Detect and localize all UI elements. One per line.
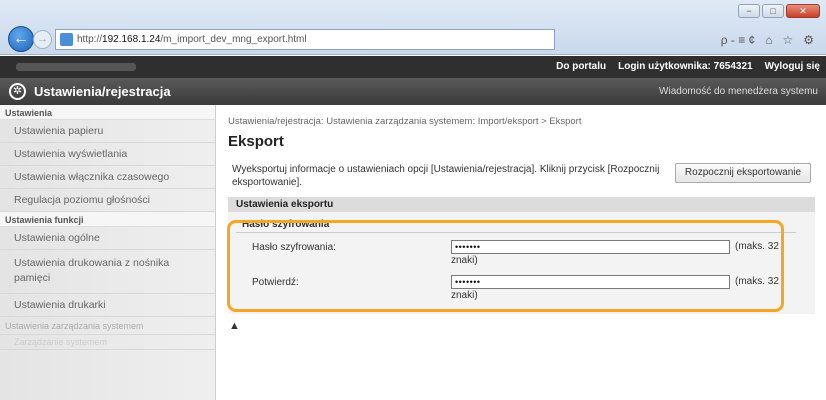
sidebar-item-printer[interactable]: Ustawienia drukarki [0, 294, 215, 317]
back-to-top-icon[interactable]: ▲ [229, 320, 240, 332]
home-icon[interactable]: ⌂ [765, 33, 772, 47]
sidebar-item-paper[interactable]: Ustawienia papieru [0, 120, 215, 143]
app-header: ✲ Ustawienia/rejestracja Wiadomość do me… [0, 78, 826, 105]
url-text: http://192.168.1.24/m_import_dev_mng_exp… [77, 34, 307, 45]
sidebar-item-memory-print[interactable]: Ustawienia drukowania z nośnika pamięci [0, 250, 215, 294]
highlight-frame [227, 220, 784, 312]
minimize-button[interactable]: − [738, 4, 760, 18]
favorites-star-icon[interactable]: ☆ [782, 33, 793, 47]
start-export-button[interactable]: Rozpocznij eksportowanie [675, 163, 811, 183]
close-button[interactable]: ✕ [786, 4, 820, 18]
forward-arrow-icon[interactable]: → [33, 30, 52, 49]
logout-link[interactable]: Wyloguj się [765, 61, 820, 72]
page-title: Eksport [228, 133, 284, 150]
sidebar-item-volume[interactable]: Regulacja poziomu głośności [0, 189, 215, 212]
sidebar-item-display[interactable]: Ustawienia wyświetlania [0, 143, 215, 166]
app-title: Ustawienia/rejestracja [34, 84, 171, 99]
page-favicon-icon [60, 33, 73, 46]
gear-icon[interactable]: ⚙ [803, 33, 814, 47]
sidebar-section-system[interactable]: Ustawienia zarządzania systemem [0, 317, 215, 335]
sidebar-section-functions: Ustawienia funkcji [0, 212, 215, 227]
message-to-admin-link[interactable]: Wiadomość do menedżera systemu [659, 86, 818, 97]
search-refresh-icons[interactable]: ρ - ≡ ¢ [721, 33, 756, 47]
address-bar[interactable]: http://192.168.1.24/m_import_dev_mng_exp… [55, 29, 555, 50]
description-text: Wyeksportuj informacje o ustawieniach op… [232, 164, 660, 188]
maximize-button[interactable]: □ [762, 4, 784, 18]
sidebar: Ustawienia Ustawienia papieru Ustawienia… [0, 105, 216, 400]
sidebar-item-general[interactable]: Ustawienia ogólne [0, 227, 215, 250]
sidebar-item-system-management[interactable]: Zarządzanie systemem [0, 335, 215, 350]
settings-icon: ✲ [9, 83, 26, 100]
window-controls: − □ ✕ [738, 4, 820, 18]
login-info: Login użytkownika: 7654321 [618, 61, 753, 72]
export-settings-header: Ustawienia eksportu [228, 197, 815, 212]
back-arrow-icon[interactable]: ← [8, 26, 34, 52]
sidebar-item-timer[interactable]: Ustawienia włącznika czasowego [0, 166, 215, 189]
breadcrumb: Ustawienia/rejestracja: Ustawienia zarzą… [228, 116, 582, 127]
browser-toolbar-icons: ρ - ≡ ¢ ⌂ ☆ ⚙ [558, 29, 818, 50]
sidebar-section-settings: Ustawienia [0, 105, 215, 120]
top-bar: Do portalu Login użytkownika: 7654321 Wy… [0, 56, 826, 78]
portal-link[interactable]: Do portalu [556, 61, 606, 72]
browser-chrome: − □ ✕ ← → http://192.168.1.24/m_import_d… [0, 0, 826, 55]
device-name-blurred [16, 63, 136, 71]
